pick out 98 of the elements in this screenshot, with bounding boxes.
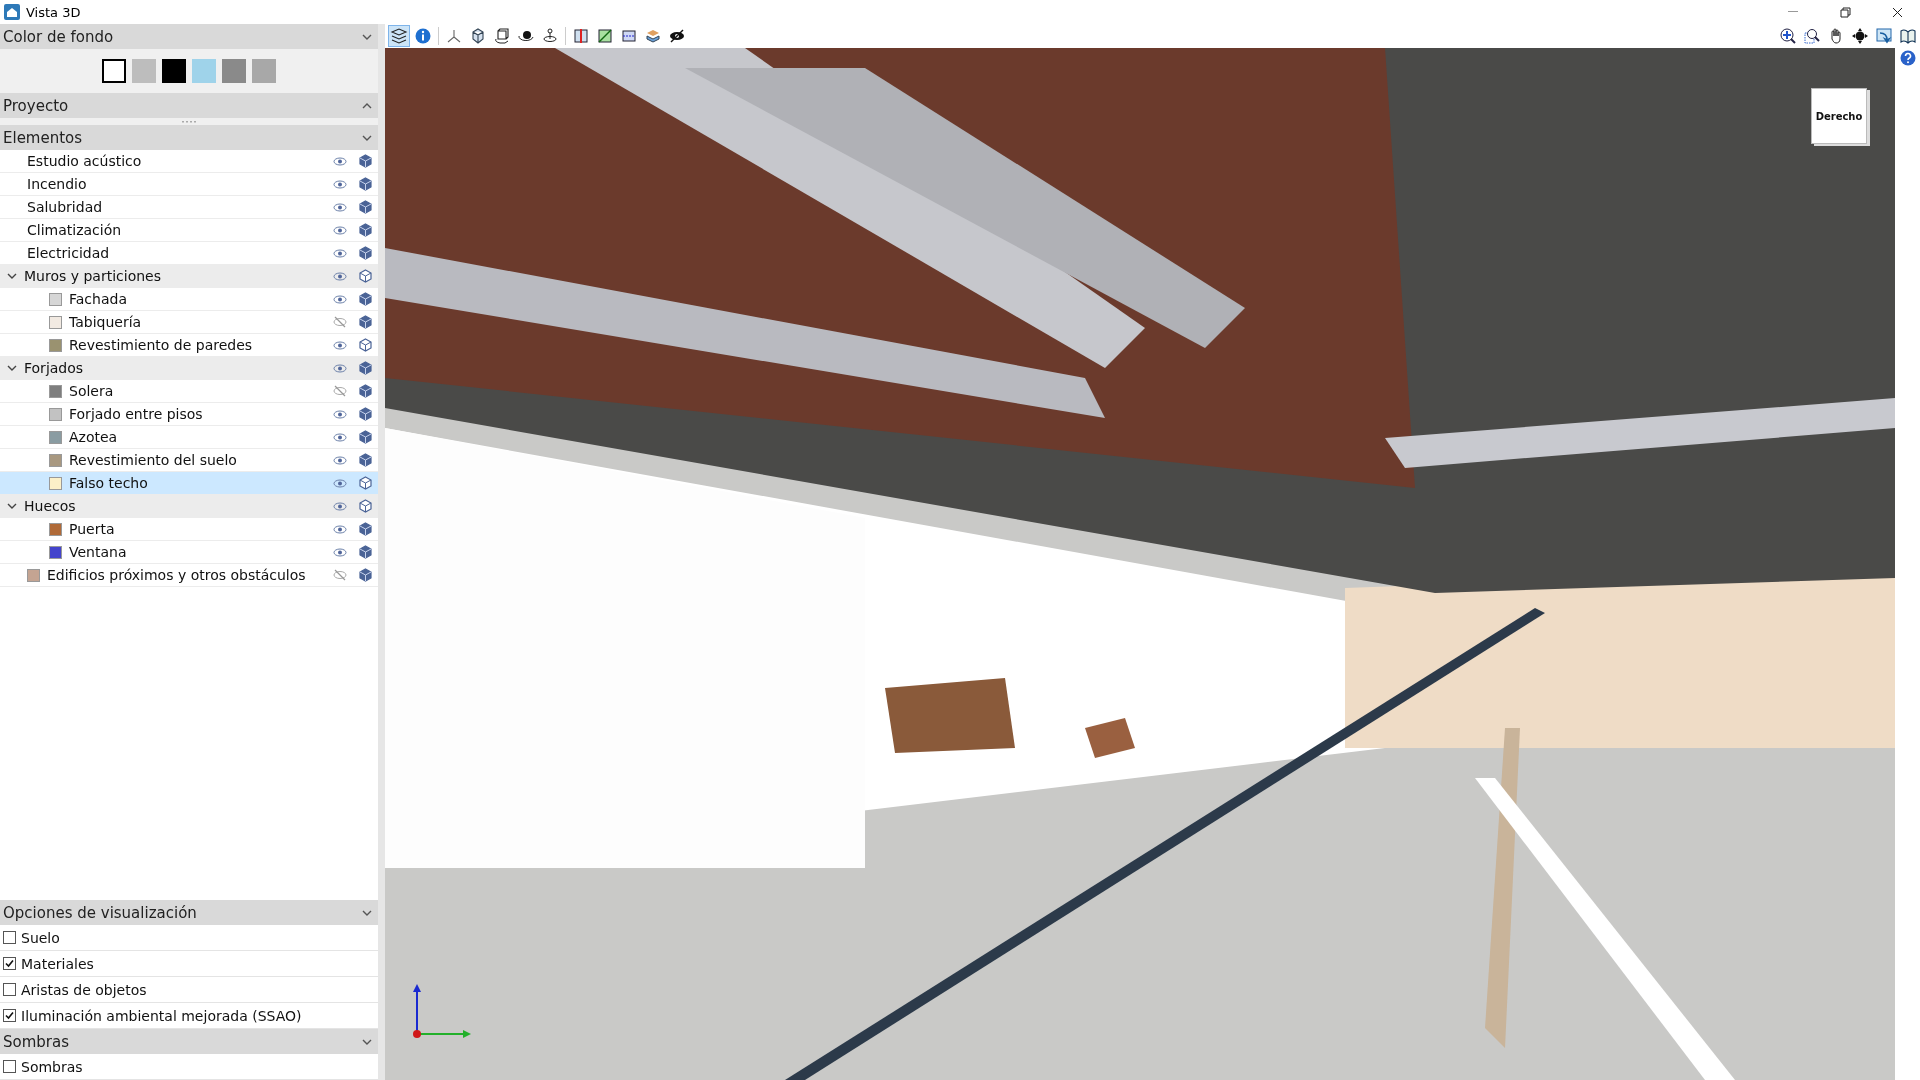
item-label: Estudio acústico: [27, 153, 143, 169]
color-swatch[interactable]: [162, 59, 186, 83]
color-swatch[interactable]: [132, 59, 156, 83]
checkbox[interactable]: [3, 1009, 16, 1022]
app-icon: [4, 4, 20, 20]
tree-item[interactable]: Huecos: [0, 495, 378, 518]
cube-icon[interactable]: [359, 568, 372, 582]
cube-icon[interactable]: [359, 430, 372, 444]
item-label: Ventana: [69, 544, 128, 560]
option-label: Sombras: [21, 1058, 83, 1075]
cube-icon[interactable]: [359, 499, 372, 513]
cube-icon[interactable]: [359, 200, 372, 214]
cube-icon[interactable]: [359, 384, 372, 398]
expand-icon: [362, 909, 372, 916]
tree-item[interactable]: Forjados: [0, 357, 378, 380]
checkbox[interactable]: [3, 1060, 16, 1073]
item-label: Falso techo: [69, 475, 149, 491]
cube-icon[interactable]: [359, 522, 372, 536]
hidden-eye-icon[interactable]: [333, 569, 347, 581]
panel-header[interactable]: Elementos: [0, 125, 378, 150]
item-label: Salubridad: [27, 199, 104, 215]
option-label: Iluminación ambiental mejorada (SSAO): [21, 1007, 302, 1024]
eye-icon[interactable]: [333, 179, 347, 189]
view-cube[interactable]: Derecho: [1811, 88, 1867, 144]
color-swatch[interactable]: [222, 59, 246, 83]
item-label: Puerta: [69, 521, 116, 537]
panel-header[interactable]: Opciones de visualización: [0, 900, 378, 925]
cube-icon[interactable]: [359, 407, 372, 421]
cube-icon[interactable]: [359, 177, 372, 191]
panel-header[interactable]: Proyecto: [0, 93, 378, 118]
eye-icon[interactable]: [333, 202, 347, 212]
item-label: Fachada: [69, 291, 128, 307]
tree-item[interactable]: Falso techo: [0, 472, 378, 495]
checkbox[interactable]: [3, 957, 16, 970]
window-title: Vista 3D: [26, 4, 82, 20]
eye-icon[interactable]: [333, 271, 347, 281]
panel-title: Proyecto: [3, 96, 69, 115]
panel-title: Opciones de visualización: [3, 903, 197, 922]
eye-icon[interactable]: [333, 478, 347, 488]
cube-icon[interactable]: [359, 453, 372, 467]
item-label: Edificios próximos y otros obstáculos: [47, 567, 307, 583]
tree-item[interactable]: Muros y particiones: [0, 265, 378, 288]
cube-icon[interactable]: [359, 154, 372, 168]
cube-icon[interactable]: [359, 223, 372, 237]
eye-icon[interactable]: [333, 409, 347, 419]
option-label: Aristas de objetos: [21, 981, 147, 998]
checkbox[interactable]: [3, 983, 16, 996]
cube-icon[interactable]: [359, 476, 372, 490]
item-label: Azotea: [69, 429, 119, 445]
eye-icon[interactable]: [333, 524, 347, 534]
color-swatch[interactable]: [192, 59, 216, 83]
item-label: Muros y particiones: [24, 268, 162, 284]
panel-header[interactable]: Color de fondo: [0, 24, 378, 49]
eye-icon[interactable]: [333, 455, 347, 465]
expand-icon: [362, 134, 372, 141]
eye-icon[interactable]: [333, 501, 347, 511]
eye-icon[interactable]: [333, 363, 347, 373]
cube-icon[interactable]: [359, 545, 372, 559]
item-label: Revestimiento del suelo: [69, 452, 238, 468]
item-label: Revestimiento de paredes: [69, 337, 254, 353]
expand-icon: [362, 33, 372, 40]
panel-title: Color de fondo: [3, 27, 114, 46]
cube-icon[interactable]: [359, 292, 372, 306]
color-swatch[interactable]: [102, 59, 126, 83]
item-label: Solera: [69, 383, 115, 399]
item-label: Climatización: [27, 222, 123, 238]
cube-icon[interactable]: [359, 361, 372, 375]
eye-icon[interactable]: [333, 225, 347, 235]
cube-icon[interactable]: [359, 269, 372, 283]
item-label: Forjado entre pisos: [69, 406, 204, 422]
item-label: Huecos: [24, 498, 77, 514]
cube-icon[interactable]: [359, 315, 372, 329]
item-label: Tabiquería: [69, 314, 143, 330]
color-swatch[interactable]: [252, 59, 276, 83]
hidden-eye-icon[interactable]: [333, 385, 347, 397]
help-icon[interactable]: [1899, 50, 1916, 66]
item-label: Electricidad: [27, 245, 111, 261]
collapse-icon: [362, 102, 372, 109]
eye-icon[interactable]: [333, 432, 347, 442]
panel-title: Sombras: [3, 1032, 69, 1051]
eye-icon[interactable]: [333, 248, 347, 258]
hidden-eye-icon[interactable]: [333, 316, 347, 328]
option-label: Materiales: [21, 955, 94, 972]
item-label: Incendio: [27, 176, 88, 192]
panel-header[interactable]: Sombras: [0, 1029, 378, 1054]
eye-icon[interactable]: [333, 340, 347, 350]
splitter-handle-icon[interactable]: [182, 120, 196, 123]
layers-icon[interactable]: [388, 25, 410, 47]
eye-icon[interactable]: [333, 547, 347, 557]
item-label: Forjados: [24, 360, 85, 376]
cube-icon[interactable]: [359, 246, 372, 260]
option-label: Suelo: [21, 929, 60, 946]
expand-icon: [362, 1038, 372, 1045]
cube-icon[interactable]: [359, 338, 372, 352]
eye-icon[interactable]: [333, 156, 347, 166]
checkbox[interactable]: [3, 931, 16, 944]
panel-title: Elementos: [3, 128, 83, 147]
eye-icon[interactable]: [333, 294, 347, 304]
